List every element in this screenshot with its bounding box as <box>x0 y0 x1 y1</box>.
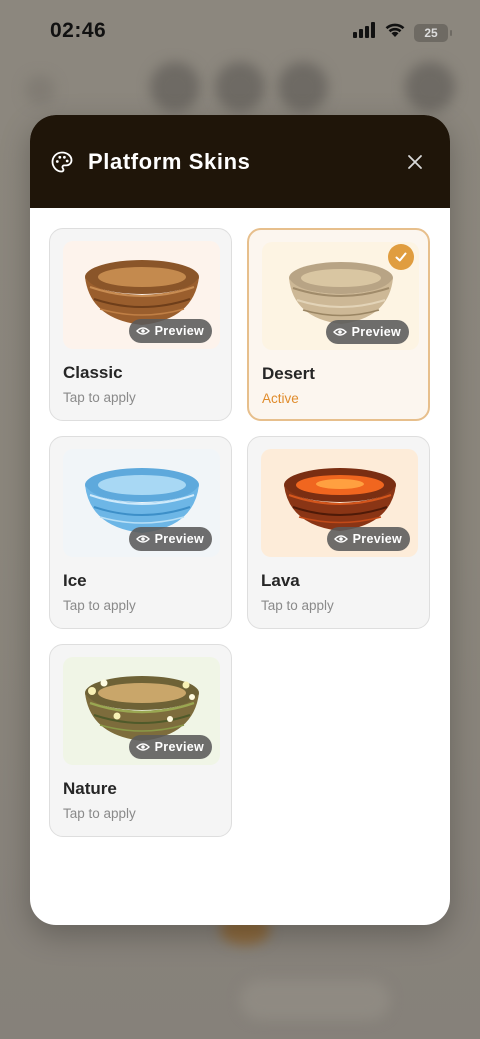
skin-status: Tap to apply <box>63 390 136 405</box>
skin-card-lava[interactable]: Preview Lava Tap to apply <box>247 436 430 629</box>
skin-name: Nature <box>63 779 117 798</box>
platform-skins-modal: Platform Skins Preview Classic Tap to ap… <box>30 115 450 925</box>
check-icon <box>395 252 407 262</box>
skin-card-ice[interactable]: Preview Ice Tap to apply <box>49 436 232 629</box>
eye-icon <box>332 328 347 336</box>
preview-button[interactable]: Preview <box>128 527 212 551</box>
battery-icon: 25 <box>414 23 452 42</box>
modal-title: Platform Skins <box>88 148 251 174</box>
preview-button[interactable]: Preview <box>326 527 410 551</box>
preview-label: Preview <box>154 532 204 546</box>
preview-label: Preview <box>154 740 204 754</box>
skin-card-classic[interactable]: Preview Classic Tap to apply <box>49 228 232 421</box>
palette-icon <box>50 150 74 174</box>
preview-button[interactable]: Preview <box>128 735 212 759</box>
wifi-icon <box>384 22 406 43</box>
eye-icon <box>135 743 150 751</box>
preview-label: Preview <box>154 324 204 338</box>
skin-status: Tap to apply <box>63 806 136 821</box>
close-icon <box>408 154 422 169</box>
modal-header: Platform Skins <box>30 115 450 208</box>
preview-label: Preview <box>352 532 402 546</box>
skin-name: Lava <box>261 571 300 590</box>
active-check-badge <box>388 244 414 270</box>
status-icons: 25 <box>352 22 452 43</box>
status-time: 02:46 <box>50 19 107 42</box>
preview-button[interactable]: Preview <box>128 319 212 343</box>
cellular-signal-icon <box>352 22 376 43</box>
skin-name: Classic <box>63 363 123 382</box>
preview-button[interactable]: Preview <box>325 320 409 344</box>
skin-card-nature[interactable]: Preview Nature Tap to apply <box>49 644 232 837</box>
eye-icon <box>333 535 348 543</box>
eye-icon <box>135 327 150 335</box>
eye-icon <box>135 535 150 543</box>
preview-label: Preview <box>351 325 401 339</box>
skin-name: Ice <box>63 571 87 590</box>
skin-status: Tap to apply <box>261 598 334 613</box>
skin-name: Desert <box>262 364 315 383</box>
skin-status: Active <box>262 391 299 406</box>
status-bar: 02:46 25 <box>0 0 480 62</box>
skin-status: Tap to apply <box>63 598 136 613</box>
skin-card-desert[interactable]: Preview Desert Active <box>247 228 430 421</box>
close-button[interactable] <box>402 149 428 175</box>
